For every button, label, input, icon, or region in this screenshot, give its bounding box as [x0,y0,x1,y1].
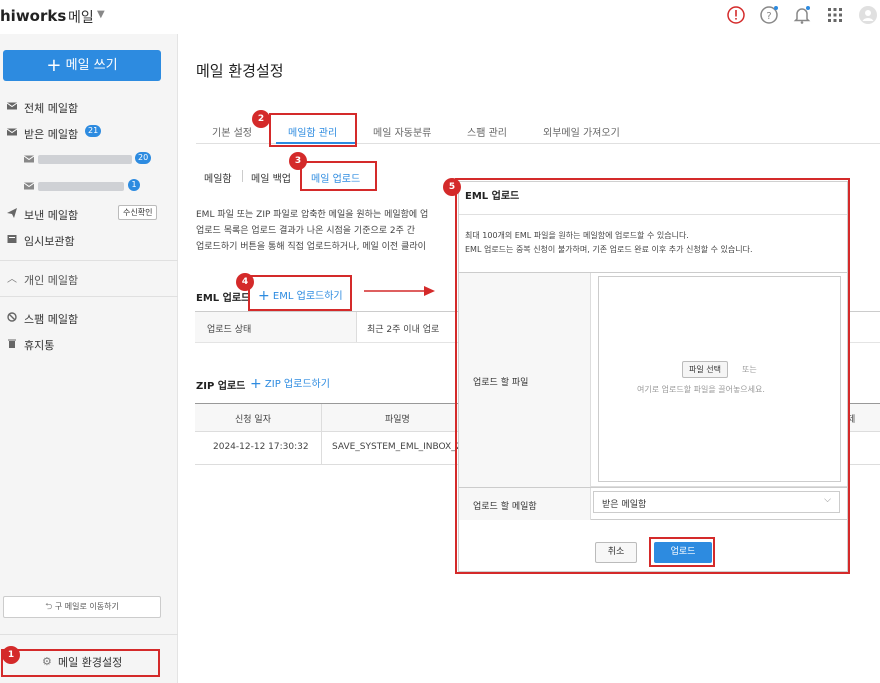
subtab-mailbox[interactable]: 메일함 [204,170,232,185]
tab-auto-sort[interactable]: 메일 자동분류 [373,124,431,139]
subtab-backup[interactable]: 메일 백업 [251,170,291,185]
unread-badge: 20 [135,152,152,164]
app-switcher[interactable]: 메일 [68,7,94,27]
sidebar-item-label: 전체 메일함 [24,102,79,115]
divider [0,260,178,261]
draft-icon [7,235,17,243]
read-receipt-button[interactable]: 수신확인 [118,205,158,220]
annotation-box-1 [1,649,160,677]
file-name: SAVE_SYSTEM_EML_INBOX_2 [332,442,462,452]
bell-icon[interactable] [792,5,812,25]
eml-section-title: EML 업로드 [196,293,251,304]
plus-icon: + [46,55,62,76]
chevron-down-icon[interactable]: ▼ [97,9,105,20]
unread-badge: 21 [85,125,102,137]
sidebar: + 메일 쓰기 전체 메일함 받은 메일함 21 20 1 보낸 메일함 수신확… [0,34,178,683]
mail-icon [24,155,34,163]
column-header: 파일명 [385,415,410,425]
description-line: EML 파일 또는 ZIP 파일로 압축한 메일을 원하는 메일함에 업 [196,210,429,220]
tab-spam[interactable]: 스팸 관리 [467,124,507,139]
sidebar-item-label: 스팸 메일함 [24,313,79,326]
annotation-box-3 [300,161,377,191]
old-mail-button[interactable]: ⮌ 구 메일로 이동하기 [3,596,161,618]
description-line: 업로드 목록은 업로드 결과가 나온 시점을 기준으로 2주 간 [196,226,416,236]
annotation-box-4 [248,275,352,311]
sidebar-item-label: 보낸 메일함 [24,209,79,222]
return-icon: ⮌ [45,602,53,612]
step-badge-4: 4 [236,273,254,291]
sidebar-item-drafts[interactable]: 임시보관함 [0,229,178,251]
page-title: 메일 환경설정 [196,62,284,80]
apps-grid-icon[interactable] [825,5,845,25]
mail-icon [24,182,34,190]
divider [242,170,243,182]
column-header: 신청 일자 [235,415,271,425]
sidebar-item-inbox[interactable]: 받은 메일함 21 [0,122,178,144]
zip-section-title: ZIP 업로드 [196,381,246,392]
top-bar: hiworks 메일 ▼ ? [0,0,880,34]
trash-icon [8,339,16,348]
step-badge-2: 2 [252,110,270,128]
annotation-box-5 [455,178,850,574]
eml-status-label: 업로드 상태 [207,325,252,335]
sidebar-item-label: 받은 메일함 [24,128,79,141]
arrow-icon [364,286,435,296]
compose-button[interactable]: + 메일 쓰기 [3,50,161,81]
eml-status-value: 최근 2주 이내 업로 [367,325,440,335]
unread-badge: 1 [128,179,140,191]
ban-icon [7,312,17,322]
user-avatar-icon[interactable] [858,5,878,25]
sidebar-item-sent[interactable]: 보낸 메일함 수신확인 [0,203,178,225]
old-mail-label: 구 메일로 이동하기 [54,602,119,611]
step-badge-5: 5 [443,178,461,196]
personal-mailbox-label: 개인 메일함 [24,274,79,287]
sidebar-item-all-mail[interactable]: 전체 메일함 [0,96,178,118]
annotation-box-2 [269,113,357,147]
tab-basic[interactable]: 기본 설정 [212,124,252,139]
sidebar-item-subfolder-1[interactable]: 20 [0,149,178,171]
sidebar-item-label: 임시보관함 [24,235,75,248]
alert-icon[interactable] [726,5,746,25]
sidebar-item-trash[interactable]: 휴지통 [0,333,178,355]
sidebar-item-spam[interactable]: 스팸 메일함 [0,307,178,329]
compose-label: 메일 쓰기 [65,58,118,73]
help-icon[interactable]: ? [759,5,779,25]
mailbox-icon [7,102,17,110]
step-badge-1: 1 [2,646,20,664]
request-date: 2024-12-12 17:30:32 [213,442,309,452]
plus-icon: + [250,376,262,392]
send-icon [7,208,17,218]
svg-text:?: ? [766,11,771,22]
sidebar-item-label: 휴지통 [24,339,55,352]
divider [0,634,178,635]
blurred-folder-name [38,155,132,164]
divider [321,432,322,464]
zip-upload-link-label: ZIP 업로드하기 [264,379,330,390]
chevron-up-icon: ︿ [7,274,17,285]
description-line: 업로드하기 버튼을 통해 직접 업로드하거나, 메일 이전 클라이 [196,242,426,252]
brand-logo[interactable]: hiworks [0,7,66,25]
step-badge-3: 3 [289,152,307,170]
zip-upload-link[interactable]: + ZIP 업로드하기 [250,375,330,392]
divider [321,404,322,431]
tab-external-mail[interactable]: 외부메일 가져오기 [543,124,620,139]
annotation-box-upload [649,537,715,567]
sidebar-item-subfolder-2[interactable]: 1 [0,176,178,198]
inbox-icon [7,128,17,136]
divider [0,296,178,297]
blurred-folder-name [38,182,124,191]
